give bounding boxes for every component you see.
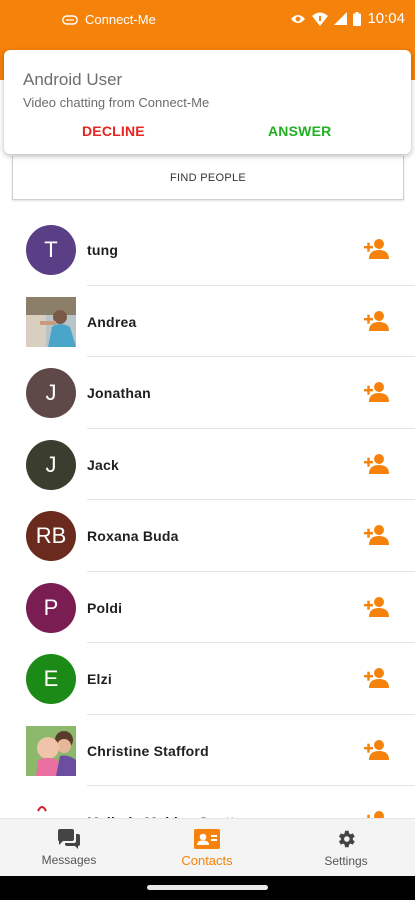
- nav-contacts[interactable]: Contacts: [138, 819, 276, 877]
- contact-card-icon: [194, 828, 220, 849]
- contact-name: Jack: [87, 456, 119, 473]
- add-contact-icon[interactable]: [364, 238, 390, 260]
- avatar: J: [26, 368, 76, 418]
- status-app-indicator: Connect-Me: [62, 12, 156, 27]
- contact-name: Jonathan: [87, 385, 151, 401]
- chat-bubbles-icon: [58, 829, 80, 849]
- find-people-button[interactable]: FIND PEOPLE: [12, 156, 404, 200]
- status-time: 10:04: [367, 10, 405, 27]
- notification-title: Android User: [23, 70, 123, 89]
- gear-icon: [338, 830, 355, 848]
- signal-icon: [334, 12, 348, 25]
- avatar: J: [26, 439, 76, 490]
- avatar: P: [26, 582, 76, 633]
- status-app-name: Connect-Me: [85, 12, 156, 27]
- add-contact-icon[interactable]: [364, 667, 390, 689]
- avatar-photo: [26, 296, 76, 347]
- battery-icon: [353, 11, 362, 26]
- nav-messages-label: Messages: [41, 853, 97, 867]
- contact-row[interactable]: RB Roxana Buda: [0, 500, 415, 572]
- decline-button[interactable]: DECLINE: [82, 123, 145, 139]
- contact-name: Andrea: [87, 313, 137, 330]
- incoming-call-notification[interactable]: Android User Video chatting from Connect…: [4, 50, 411, 154]
- nav-settings-label: Settings: [324, 854, 368, 868]
- add-contact-icon[interactable]: [364, 739, 390, 761]
- contact-list: T tung Andrea J Jonathan J Jack RB Roxan…: [0, 214, 415, 858]
- status-bar: Connect-Me 10:04: [0, 0, 415, 40]
- status-icons: 10:04: [290, 10, 405, 27]
- notification-text: Video chatting from Connect-Me: [23, 95, 210, 110]
- avatar-photo: [26, 725, 76, 776]
- add-contact-icon[interactable]: [364, 524, 390, 546]
- add-contact-icon[interactable]: [364, 596, 390, 618]
- contact-name: Christine Stafford: [87, 742, 209, 759]
- home-gesture-handle[interactable]: [147, 885, 268, 890]
- add-contact-icon[interactable]: [364, 453, 390, 475]
- contact-row[interactable]: Christine Stafford: [0, 715, 415, 786]
- answer-button[interactable]: ANSWER: [268, 123, 331, 139]
- eye-icon: [291, 14, 306, 23]
- nav-settings[interactable]: Settings: [277, 819, 415, 877]
- contact-name: Poldi: [87, 599, 123, 616]
- nav-messages[interactable]: Messages: [0, 819, 138, 877]
- wifi-icon: [312, 12, 329, 26]
- contact-name: tung: [87, 242, 119, 258]
- contact-name: Elzi: [87, 671, 112, 687]
- video-call-icon: [62, 14, 78, 25]
- contact-name: Roxana Buda: [87, 528, 179, 544]
- avatar: E: [26, 654, 76, 704]
- bottom-navigation: Messages Contacts Settings: [0, 818, 415, 876]
- contact-row[interactable]: J Jonathan: [0, 357, 415, 429]
- system-navigation-bar: [0, 876, 415, 900]
- contact-row[interactable]: J Jack: [0, 429, 415, 500]
- contact-row[interactable]: E Elzi: [0, 643, 415, 715]
- add-contact-icon[interactable]: [364, 310, 390, 332]
- contact-row[interactable]: T tung: [0, 214, 415, 286]
- avatar: RB: [26, 511, 76, 561]
- contact-row[interactable]: P Poldi: [0, 572, 415, 643]
- nav-contacts-label: Contacts: [181, 852, 233, 868]
- add-contact-icon[interactable]: [364, 381, 390, 403]
- contact-row[interactable]: Andrea: [0, 286, 415, 357]
- avatar: T: [26, 225, 76, 275]
